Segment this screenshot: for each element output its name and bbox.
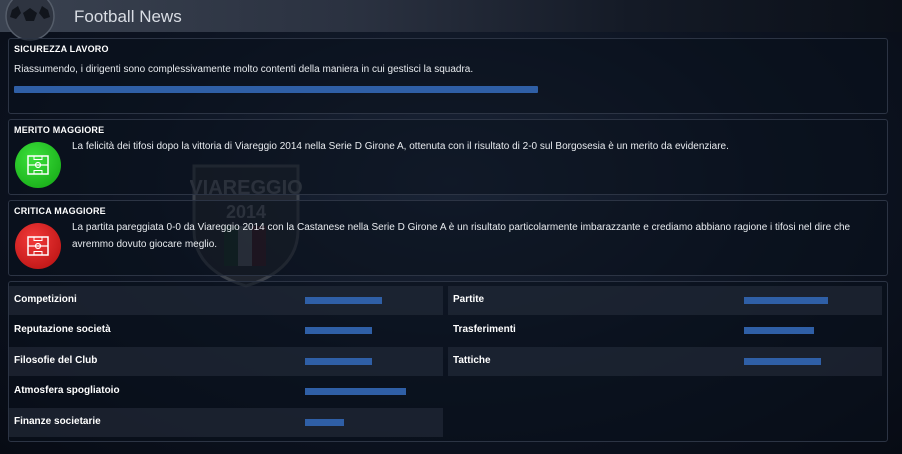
title-bar: Football News <box>0 0 902 41</box>
rating-bar <box>305 388 406 395</box>
job-security-heading: SICUREZZA LAVORO <box>14 44 109 54</box>
rating-bar <box>305 358 372 365</box>
rating-row[interactable]: Reputazione società <box>9 316 443 345</box>
highest-criticism-heading: CRITICA MAGGIORE <box>14 206 106 216</box>
rating-label: Filosofie del Club <box>14 355 98 366</box>
rating-row[interactable]: Competizioni <box>9 286 443 315</box>
rating-label: Partite <box>453 294 485 305</box>
rating-row[interactable]: Filosofie del Club <box>9 347 443 376</box>
rating-row[interactable]: Finanze societarie <box>9 408 443 437</box>
highest-merit-heading: MERITO MAGGIORE <box>14 125 105 135</box>
rating-bar <box>744 327 814 334</box>
football-icon <box>5 0 55 41</box>
highest-criticism-text: La partita pareggiata 0-0 da Viareggio 2… <box>72 222 851 250</box>
highest-merit-text: La felicità dei tifosi dopo la vittoria … <box>72 141 729 152</box>
rating-label: Trasferimenti <box>453 324 516 335</box>
rating-label: Finanze societarie <box>14 416 101 427</box>
rating-row[interactable]: Partite <box>448 286 882 315</box>
job-security-bar <box>14 86 538 93</box>
app-title: Football News <box>74 7 182 26</box>
rating-bar <box>305 419 344 426</box>
rating-row[interactable]: Tattiche <box>448 347 882 376</box>
rating-bar <box>744 297 828 304</box>
rating-bar <box>305 297 382 304</box>
merit-pitch-icon <box>15 142 61 188</box>
rating-label: Tattiche <box>453 355 491 366</box>
ratings-panel: Competizioni Reputazione società Filosof… <box>8 281 888 442</box>
rating-label: Atmosfera spogliatoio <box>14 385 120 396</box>
rating-label: Competizioni <box>14 294 77 305</box>
criticism-pitch-icon <box>15 223 61 269</box>
job-security-panel: SICUREZZA LAVORO Riassumendo, i dirigent… <box>8 38 888 114</box>
rating-bar <box>305 327 372 334</box>
rating-row[interactable]: Trasferimenti <box>448 316 882 345</box>
rating-row[interactable]: Atmosfera spogliatoio <box>9 377 443 406</box>
rating-bar <box>744 358 821 365</box>
highest-merit-panel: MERITO MAGGIORE La felicità dei tifosi d… <box>8 119 888 195</box>
highest-criticism-panel: CRITICA MAGGIORE La partita pareggiata 0… <box>8 200 888 276</box>
job-security-text: Riassumendo, i dirigenti sono complessiv… <box>14 64 474 75</box>
rating-label: Reputazione società <box>14 324 111 335</box>
